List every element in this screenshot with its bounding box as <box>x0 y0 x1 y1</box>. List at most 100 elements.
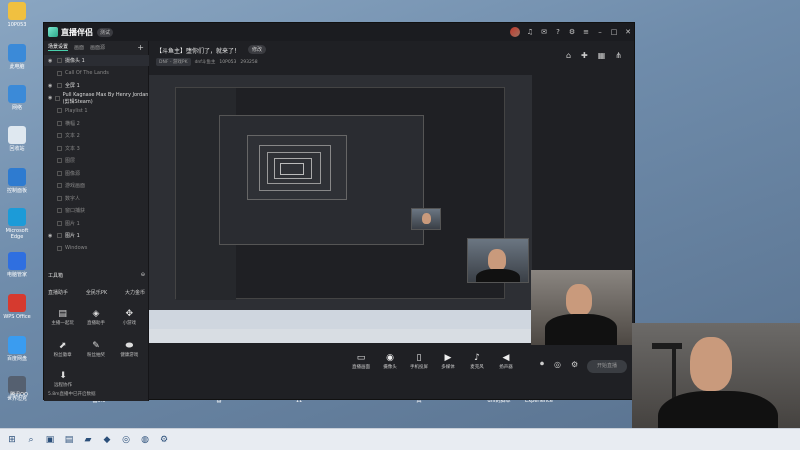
taskview-icon[interactable]: ▣ <box>44 434 56 446</box>
avatar[interactable] <box>510 27 520 37</box>
live-preview[interactable] <box>149 75 532 343</box>
checkbox[interactable] <box>57 170 62 176</box>
toolbox-more-icon[interactable]: ⊖ <box>141 272 145 279</box>
gear-icon[interactable]: ⚙ <box>571 360 578 369</box>
source-label: Call Of The Lands <box>65 70 109 76</box>
add-source-icon[interactable]: + <box>137 43 144 52</box>
source-item[interactable]: ◉ Pull Kagnase Max By Henry Jordan (剪辑Ste… <box>44 92 149 105</box>
checkbox[interactable] <box>57 220 62 226</box>
source-item[interactable]: 横幅 2 <box>44 118 149 129</box>
desktop-icon[interactable]: 控制面板 <box>2 168 32 194</box>
checkbox[interactable] <box>57 195 62 201</box>
search-icon[interactable]: ⌕ <box>25 434 37 446</box>
folder-icon[interactable]: ▰ <box>82 434 94 446</box>
desktop-icon[interactable]: 网络 <box>2 85 32 111</box>
settings-dial-icon[interactable]: ◎ <box>554 360 561 369</box>
steam-icon[interactable]: ◍ <box>139 434 151 446</box>
source-item[interactable]: 窗口捕获 <box>44 205 149 216</box>
headset-icon[interactable]: ♫ <box>526 28 534 36</box>
checkbox[interactable] <box>57 245 62 251</box>
tool-button[interactable]: ◈ 直播助手 <box>81 309 111 326</box>
files-icon[interactable]: ▤ <box>63 434 75 446</box>
windows-icon[interactable]: ⊞ <box>6 434 18 446</box>
source-item[interactable]: 文本 3 <box>44 143 149 154</box>
minimize-icon[interactable]: – <box>596 28 604 36</box>
source-item[interactable]: 图像源 <box>44 168 149 179</box>
checkbox[interactable] <box>57 233 62 238</box>
checkbox[interactable] <box>57 120 62 126</box>
edit-title-button[interactable]: 修改 <box>248 45 267 54</box>
checkbox[interactable] <box>55 95 60 101</box>
shop-icon[interactable]: ⌂ <box>566 51 571 60</box>
tab-canvas[interactable]: 画面 <box>74 44 84 51</box>
checkbox[interactable] <box>57 183 62 188</box>
start-live-button[interactable]: 开始直播 <box>587 360 627 373</box>
checkbox[interactable] <box>57 58 62 63</box>
toolbox-link[interactable]: 直播助手 <box>48 289 68 296</box>
source-item[interactable]: 游戏画面 <box>44 180 149 191</box>
eye-icon[interactable]: ◉ <box>48 58 54 64</box>
source-item[interactable]: ◉ 图片 1 <box>44 230 149 241</box>
source-item[interactable]: 数字人 <box>44 193 149 204</box>
source-item[interactable]: Windows <box>44 243 149 254</box>
desktop-icon[interactable]: 百度网盘 <box>2 336 32 362</box>
desktop-icon[interactable]: 10P053 <box>2 2 32 28</box>
checkbox[interactable] <box>57 83 62 88</box>
checkbox[interactable] <box>57 108 62 113</box>
menu-icon[interactable]: ≡ <box>582 28 590 36</box>
eye-icon[interactable]: ◉ <box>48 233 54 239</box>
source-item[interactable]: 图层 <box>44 155 149 166</box>
record-icon[interactable]: ⏺ <box>540 359 544 369</box>
help-icon[interactable]: ? <box>554 28 562 36</box>
source-label: 文本 3 <box>65 145 80 152</box>
tool-button[interactable]: ▤ 主播一起玩 <box>48 309 78 326</box>
toolbox-link[interactable]: 全民乐PK <box>86 289 107 296</box>
checkbox[interactable] <box>57 158 62 163</box>
gift-icon[interactable]: ✚ <box>581 51 588 60</box>
chrome-icon[interactable]: ◎ <box>120 434 132 446</box>
desktop-icon[interactable]: Microsoft Edge <box>2 208 32 240</box>
calendar-icon[interactable]: ▦ <box>598 51 606 60</box>
source-item[interactable]: ◉ 摄像头 1 <box>44 55 149 66</box>
desktop-shortcut[interactable]: 腾讯QQ <box>2 392 36 398</box>
category-tag[interactable]: DNF - 游戏PK <box>156 58 191 66</box>
eye-icon[interactable]: ◉ <box>48 83 54 89</box>
settings-icon[interactable]: ⚙ <box>158 434 170 446</box>
desktop-icon[interactable]: 此电脑 <box>2 44 32 70</box>
app-icon[interactable]: ◆ <box>101 434 113 446</box>
tool-button[interactable]: ✥ 小游戏 <box>114 309 144 326</box>
source-item[interactable]: 文本 2 <box>44 130 149 141</box>
checkbox[interactable] <box>57 208 62 213</box>
source-item[interactable]: 图片 1 <box>44 218 149 229</box>
control-button[interactable]: ◉ 摄像头 <box>379 352 401 370</box>
desktop-icon[interactable]: WPS Office <box>2 294 32 320</box>
gear-icon[interactable]: ⚙ <box>568 28 576 36</box>
tool-button[interactable]: ✎ 粉丝抽奖 <box>81 341 111 358</box>
toolbox-link[interactable]: 大力金币 <box>125 289 145 296</box>
checkbox[interactable] <box>57 133 62 138</box>
checkbox[interactable] <box>57 70 62 76</box>
control-button[interactable]: ♪ 麦克风 <box>466 352 488 370</box>
message-icon[interactable]: ✉ <box>540 28 548 36</box>
source-item[interactable]: Call Of The Lands <box>44 68 149 79</box>
maximize-icon[interactable]: □ <box>610 28 618 36</box>
control-button[interactable]: ◀ 扬声器 <box>495 352 517 370</box>
tool-button[interactable]: ⬇ 远程协作 <box>48 371 78 388</box>
version-badge[interactable]: 测试 <box>97 27 114 37</box>
close-icon[interactable]: ✕ <box>624 28 632 36</box>
control-button[interactable]: ▯ 手机投屏 <box>408 352 430 370</box>
eye-icon[interactable]: ◉ <box>48 95 52 101</box>
control-button[interactable]: ▭ 直播画面 <box>350 352 372 370</box>
tool-button[interactable]: ⬬ 健康游戏 <box>114 341 144 358</box>
tab-scene[interactable]: 场景设置 <box>48 43 69 51</box>
desktop-icon-label: 此电脑 <box>9 64 25 70</box>
control-button[interactable]: ▶ 多媒体 <box>437 352 459 370</box>
tool-button[interactable]: ⬈ 粉丝徽章 <box>48 341 78 358</box>
tab-source[interactable]: 画面源 <box>90 44 105 51</box>
share-icon[interactable]: ⋔ <box>615 51 622 60</box>
source-item[interactable]: Playlist 1 <box>44 105 149 116</box>
checkbox[interactable] <box>57 145 62 151</box>
source-item[interactable]: ◉ 全屏 1 <box>44 80 149 91</box>
desktop-icon[interactable]: 回收站 <box>2 126 32 152</box>
desktop-icon[interactable]: 电脑管家 <box>2 252 32 278</box>
